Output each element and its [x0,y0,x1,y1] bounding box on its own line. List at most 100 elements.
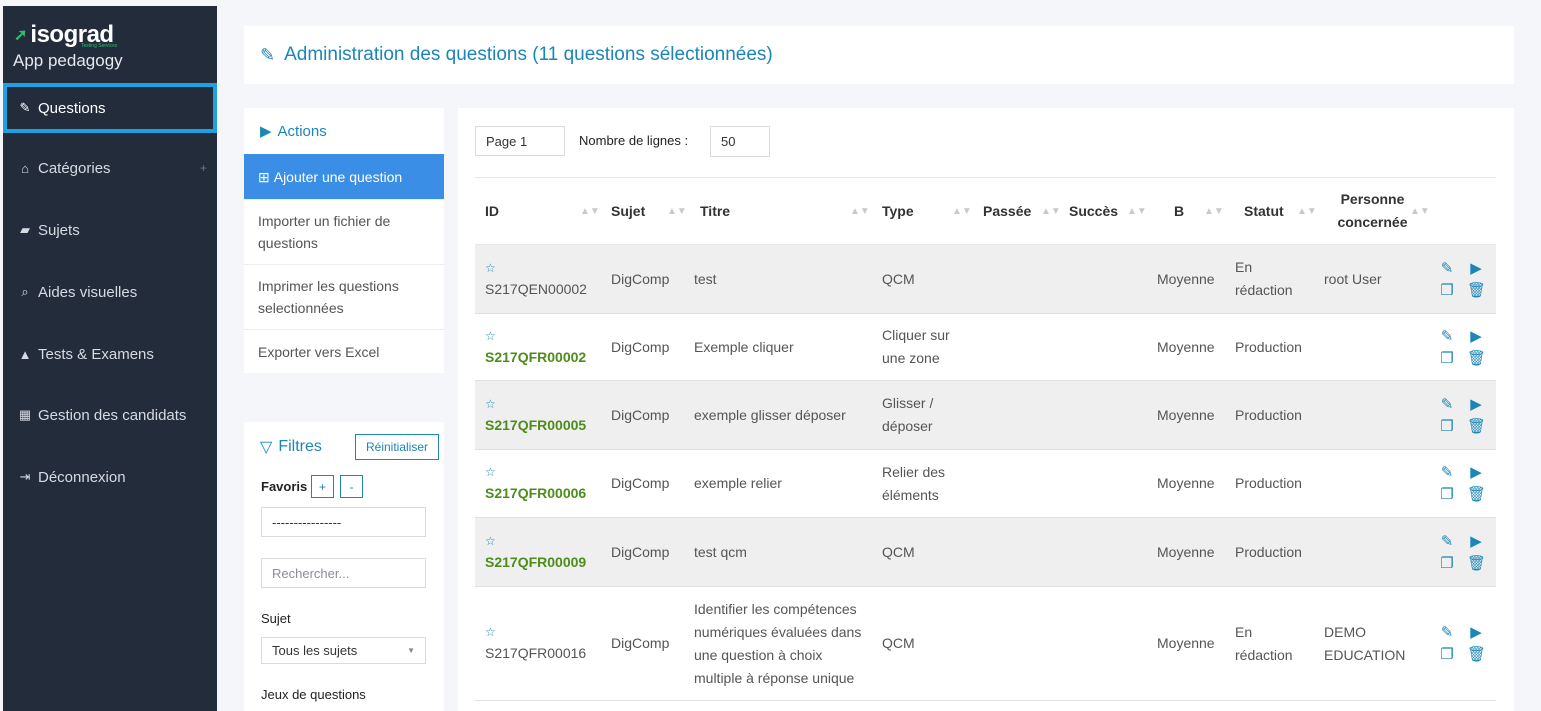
star-icon[interactable]: ☆ [485,326,496,346]
header-b[interactable]: B ▲▼ [1174,178,1224,244]
header-passee[interactable]: Passée ▲▼ [983,178,1061,244]
trash-icon[interactable]: 🗑 [1467,282,1486,300]
sidebar-item-aides-visuelles[interactable]: ⌕ Aides visuelles [3,267,217,317]
header-sujet[interactable]: Sujet ▲▼ [611,178,687,244]
favoris-remove-button[interactable]: - [340,475,363,498]
cell-personne [1324,381,1424,449]
copy-icon[interactable]: ❐ [1438,646,1456,664]
cell-titre: Exemple cliquer [694,338,794,355]
sidebar-item-gestion-candidats[interactable]: ▦ Gestion des candidats [3,390,217,440]
rows-per-page-input[interactable]: 50 [710,126,770,157]
expand-plus-icon[interactable]: + [200,161,207,175]
header-statut[interactable]: Statut ▲▼ [1244,178,1317,244]
copy-icon[interactable]: ❐ [1438,555,1456,573]
action-label: Ajouter une question [273,168,403,185]
table-row[interactable]: ☆ S217QFR00009 DigComp test qcm QCM Moyenne Pr… [475,518,1496,587]
page-input[interactable]: Page 1 [475,126,565,156]
play-icon[interactable]: ▶ [1467,624,1485,642]
header-label: B [1174,203,1185,219]
cell-titre: test [694,270,717,287]
print-questions-button[interactable]: Imprimer les questions selectionnées [244,265,444,330]
question-id[interactable]: S217QFR00006 [485,482,586,505]
sidebar-item-categories[interactable]: ⌂ Catégories + [3,143,217,193]
edit-icon[interactable]: ✎ [1438,533,1456,551]
sidebar-item-deconnexion[interactable]: ⇥ Déconnexion [3,452,217,502]
header-succes[interactable]: Succès ▲▼ [1069,178,1147,244]
cell-personne [1324,314,1424,380]
cell-type: Cliquer sur une zone [882,327,950,366]
header-titre[interactable]: Titre ▲▼ [700,178,870,244]
play-icon[interactable]: ▶ [1467,533,1485,551]
question-id[interactable]: S217QFR00016 [485,642,586,665]
search-input[interactable]: Rechercher... [261,558,426,588]
sidebar-item-label: Questions [38,99,106,117]
header-type[interactable]: Type ▲▼ [882,178,972,244]
filters-panel: ▽ Filtres Réinitialiser Favoris + - ----… [244,422,444,711]
import-file-button[interactable]: Importer un fichier de questions [244,200,444,265]
favoris-select[interactable]: ---------------- [261,507,426,537]
edit-icon[interactable]: ✎ [1438,464,1456,482]
star-icon[interactable]: ☆ [485,394,496,414]
sujet-select[interactable]: Tous les sujets ▼ [261,637,426,664]
trash-icon[interactable]: 🗑 [1467,646,1486,664]
sort-icon: ▲▼ [1127,205,1147,217]
sidebar-item-label: Aides visuelles [38,283,138,301]
edit-icon[interactable]: ✎ [1438,396,1456,414]
table-row[interactable]: ☆ S217QEN00002 DigComp test QCM Moyenne En réd… [475,245,1496,314]
sidebar-item-tests-examens[interactable]: ▲ Tests & Examens [3,329,217,379]
edit-icon[interactable]: ✎ [1438,328,1456,346]
sidebar-item-label: Catégories [38,159,111,177]
table-row[interactable]: ☆ S217QFR00016 DigComp Identifier les compé… [475,587,1496,701]
copy-icon[interactable]: ❐ [1438,418,1456,436]
table-row[interactable]: ☆ S217QFR00005 DigComp exemple glisser dépo… [475,381,1496,450]
cell-sujet: DigComp [611,475,670,491]
header-personne[interactable]: Personne concernée ▲▼ [1325,178,1429,244]
star-icon[interactable]: ☆ [485,622,496,642]
trash-icon[interactable]: 🗑 [1467,486,1486,504]
sidebar-item-sujets[interactable]: ▰ Sujets [3,205,217,255]
star-icon[interactable]: ☆ [485,258,496,278]
question-id[interactable]: S217QEN00002 [485,278,587,301]
copy-icon[interactable]: ❐ [1438,282,1456,300]
add-question-button[interactable]: ⊞ Ajouter une question [244,154,444,200]
table-row[interactable]: ☆ S217QFR00006 DigComp exemple relier Relier… [475,450,1496,518]
cell-sujet: DigComp [611,406,670,423]
edit-square-icon: ✎ [260,44,276,65]
cell-b: Moyenne [1157,338,1215,355]
cell-titre: exemple relier [694,475,782,491]
jeux-questions-label: Jeux de questions [261,687,366,702]
sort-icon: ▲▼ [580,205,600,217]
trash-icon[interactable]: 🗑 [1467,555,1486,573]
edit-icon[interactable]: ✎ [1438,624,1456,642]
play-icon[interactable]: ▶ [1467,328,1485,346]
play-icon[interactable]: ▶ [1467,464,1485,482]
trash-icon[interactable]: 🗑 [1467,418,1486,436]
copy-icon[interactable]: ❐ [1438,486,1456,504]
cell-titre: Identifier les compétences numériques év… [694,600,862,686]
table-row[interactable]: ☆ S217QFR00002 DigComp Exemple cliquer Cliqu… [475,314,1496,381]
header-id[interactable]: ID ▲▼ [485,178,600,244]
question-id[interactable]: S217QFR00005 [485,414,586,437]
question-id[interactable]: S217QFR00009 [485,551,586,574]
cell-b: Moyenne [1157,475,1215,491]
export-excel-button[interactable]: Exporter vers Excel [244,330,444,373]
trash-icon[interactable]: 🗑 [1467,350,1486,368]
play-icon[interactable]: ▶ [1467,260,1485,278]
sort-icon: ▲▼ [1204,205,1224,217]
sidebar-item-questions[interactable]: ✎ Questions [3,83,217,133]
star-icon[interactable]: ☆ [485,531,496,551]
edit-icon[interactable]: ✎ [1438,260,1456,278]
cell-b: Moyenne [1157,406,1215,423]
search-icon: ⌕ [21,284,29,299]
folder-open-icon: ▰ [20,222,30,237]
reset-filters-button[interactable]: Réinitialiser [355,434,439,460]
question-id[interactable]: S217QFR00002 [485,346,586,369]
questions-table-panel: Page 1 Nombre de lignes : 50 ID ▲▼ Sujet… [458,108,1514,711]
copy-icon[interactable]: ❐ [1438,350,1456,368]
cell-id: ☆ S217QFR00006 [485,450,605,517]
play-icon[interactable]: ▶ [1467,396,1485,414]
sidebar-item-label: Gestion des candidats [38,406,187,424]
star-icon[interactable]: ☆ [485,462,496,482]
favoris-add-button[interactable]: + [311,475,334,498]
row-actions: ✎ ▶ ❐ 🗑 [1438,381,1488,449]
